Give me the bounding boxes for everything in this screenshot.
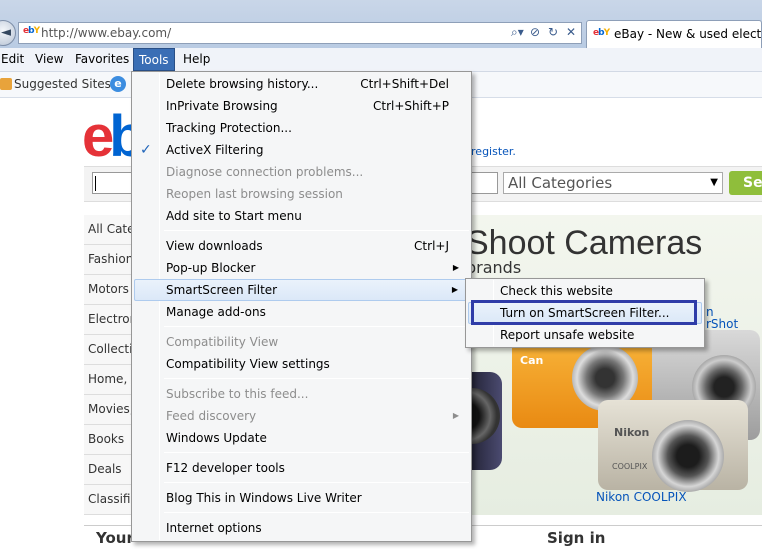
menu-separator <box>164 230 469 231</box>
checkmark-icon: ✓ <box>140 142 152 158</box>
category-nav-item[interactable]: Electron <box>84 305 134 335</box>
address-url[interactable]: http://www.ebay.com/ <box>41 26 171 40</box>
menu-item-blog-this[interactable]: Blog This in Windows Live Writer <box>134 487 469 509</box>
banner-caption-link[interactable]: rShot <box>706 317 738 331</box>
menu-item-compat-view: Compatibility View <box>166 335 279 349</box>
menu-item-windows-update[interactable]: Windows Update <box>134 427 469 449</box>
tab-title: eBay - New & used electro... <box>614 27 762 41</box>
menu-item-reopen-session: Reopen last browsing session <box>166 187 343 201</box>
category-nav-item[interactable]: Movies, <box>84 395 134 425</box>
menu-bar: Edit View Favorites Tools Help <box>0 48 762 72</box>
category-nav-item[interactable]: All Cate <box>84 215 134 245</box>
suggested-sites-icon <box>0 78 12 90</box>
menu-item-diagnose: Diagnose connection problems... <box>166 165 364 179</box>
menu-item-tracking-protection[interactable]: Tracking Protection... <box>134 117 469 139</box>
menu-item-f12-tools[interactable]: F12 developer tools <box>134 457 469 479</box>
shortcut-label: Ctrl+Shift+P <box>373 99 449 113</box>
ebay-favicon-icon: ebY <box>593 28 610 38</box>
menu-item-compat-settings[interactable]: Compatibility View settings <box>134 353 469 375</box>
suggested-sites-button[interactable]: Suggested Sites ▾ <box>0 77 121 91</box>
submenu-arrow-icon: ▶ <box>451 285 458 294</box>
category-nav-item[interactable]: Deals <box>84 455 134 485</box>
refresh-icon[interactable]: ↻ <box>547 25 559 40</box>
category-select-value: All Categories <box>508 174 613 192</box>
chevron-down-icon: ▼ <box>710 177 718 188</box>
stop-icon[interactable]: ✕ <box>565 25 577 40</box>
search-button[interactable]: Se <box>729 171 762 195</box>
menu-item-subscribe-feed: Subscribe to this feed... <box>166 387 309 401</box>
camera-brand-label: Can <box>520 354 544 367</box>
category-nav-item[interactable]: Books <box>84 425 134 455</box>
shortcut-label: Ctrl+J <box>414 239 449 253</box>
category-select[interactable]: All Categories ▼ <box>503 172 723 194</box>
tools-menu: Delete browsing history... Ctrl+Shift+Del… <box>131 71 472 542</box>
address-bar-icons: ⌕▾ ⊘ ↻ ✕ <box>511 25 577 40</box>
submenu-arrow-icon: ▶ <box>452 263 459 272</box>
menu-item-activex-filtering[interactable]: ✓ ActiveX Filtering <box>134 139 469 161</box>
camera-lens-image <box>652 420 724 492</box>
menu-separator <box>164 482 469 483</box>
annotation-highlight-box <box>471 300 697 325</box>
menu-view[interactable]: View <box>30 48 68 71</box>
compat-view-icon[interactable]: ⊘ <box>529 25 541 40</box>
camera-brand-label: Nikon <box>614 426 650 439</box>
ebay-favicon-icon: ebY <box>23 26 40 36</box>
category-nav-item[interactable]: Home, G <box>84 365 134 395</box>
sign-in-heading[interactable]: Sign in <box>547 529 605 547</box>
menu-item-internet-options[interactable]: Internet options <box>134 517 469 539</box>
banner-subtitle: brands <box>466 258 522 277</box>
menu-item-add-to-start[interactable]: Add site to Start menu <box>134 205 469 227</box>
tab-ebay[interactable]: ebY eBay - New & used electro... <box>586 20 762 48</box>
category-nav-item[interactable]: Classifi <box>84 485 134 515</box>
section-heading: Your <box>96 529 134 547</box>
menu-tools[interactable]: Tools <box>133 48 175 71</box>
category-nav-item[interactable]: Fashion <box>84 245 134 275</box>
menu-separator <box>164 512 469 513</box>
menu-separator <box>164 452 469 453</box>
menu-item-manage-addons[interactable]: Manage add-ons <box>134 301 469 323</box>
menu-item-popup-blocker[interactable]: Pop-up Blocker ▶ <box>134 257 469 279</box>
menu-edit[interactable]: Edit <box>0 48 29 71</box>
menu-item-feed-discovery: Feed discovery ▶ <box>134 405 469 427</box>
menu-item-inprivate[interactable]: InPrivate Browsing Ctrl+Shift+P <box>134 95 469 117</box>
menu-item-delete-history[interactable]: Delete browsing history... Ctrl+Shift+Del <box>134 73 469 95</box>
menu-separator <box>164 378 469 379</box>
address-bar[interactable]: ebY http://www.ebay.com/ ⌕▾ ⊘ ↻ ✕ <box>18 22 582 44</box>
menu-item-check-website[interactable]: Check this website <box>468 280 702 302</box>
menu-help[interactable]: Help <box>178 48 215 71</box>
category-nav: All Cate Fashion Motors Electron Collect… <box>84 215 134 515</box>
search-dropdown-icon[interactable]: ⌕▾ <box>511 25 524 40</box>
shortcut-label: Ctrl+Shift+Del <box>360 77 449 91</box>
camera-model-label: COOLPIX <box>612 462 648 471</box>
back-arrow-icon: ◄ <box>1 25 11 40</box>
menu-item-report-unsafe[interactable]: Report unsafe website <box>468 324 702 346</box>
menu-separator <box>164 326 469 327</box>
menu-item-smartscreen[interactable]: SmartScreen Filter ▶ <box>134 279 469 301</box>
banner-caption-link[interactable]: Nikon COOLPIX <box>596 490 687 504</box>
submenu-arrow-icon: ▶ <box>452 411 459 420</box>
category-nav-item[interactable]: Motors <box>84 275 134 305</box>
menu-item-view-downloads[interactable]: View downloads Ctrl+J <box>134 235 469 257</box>
ie-page-icon[interactable]: e <box>110 76 126 92</box>
category-nav-item[interactable]: Collectil <box>84 335 134 365</box>
menu-favorites[interactable]: Favorites <box>70 48 134 71</box>
